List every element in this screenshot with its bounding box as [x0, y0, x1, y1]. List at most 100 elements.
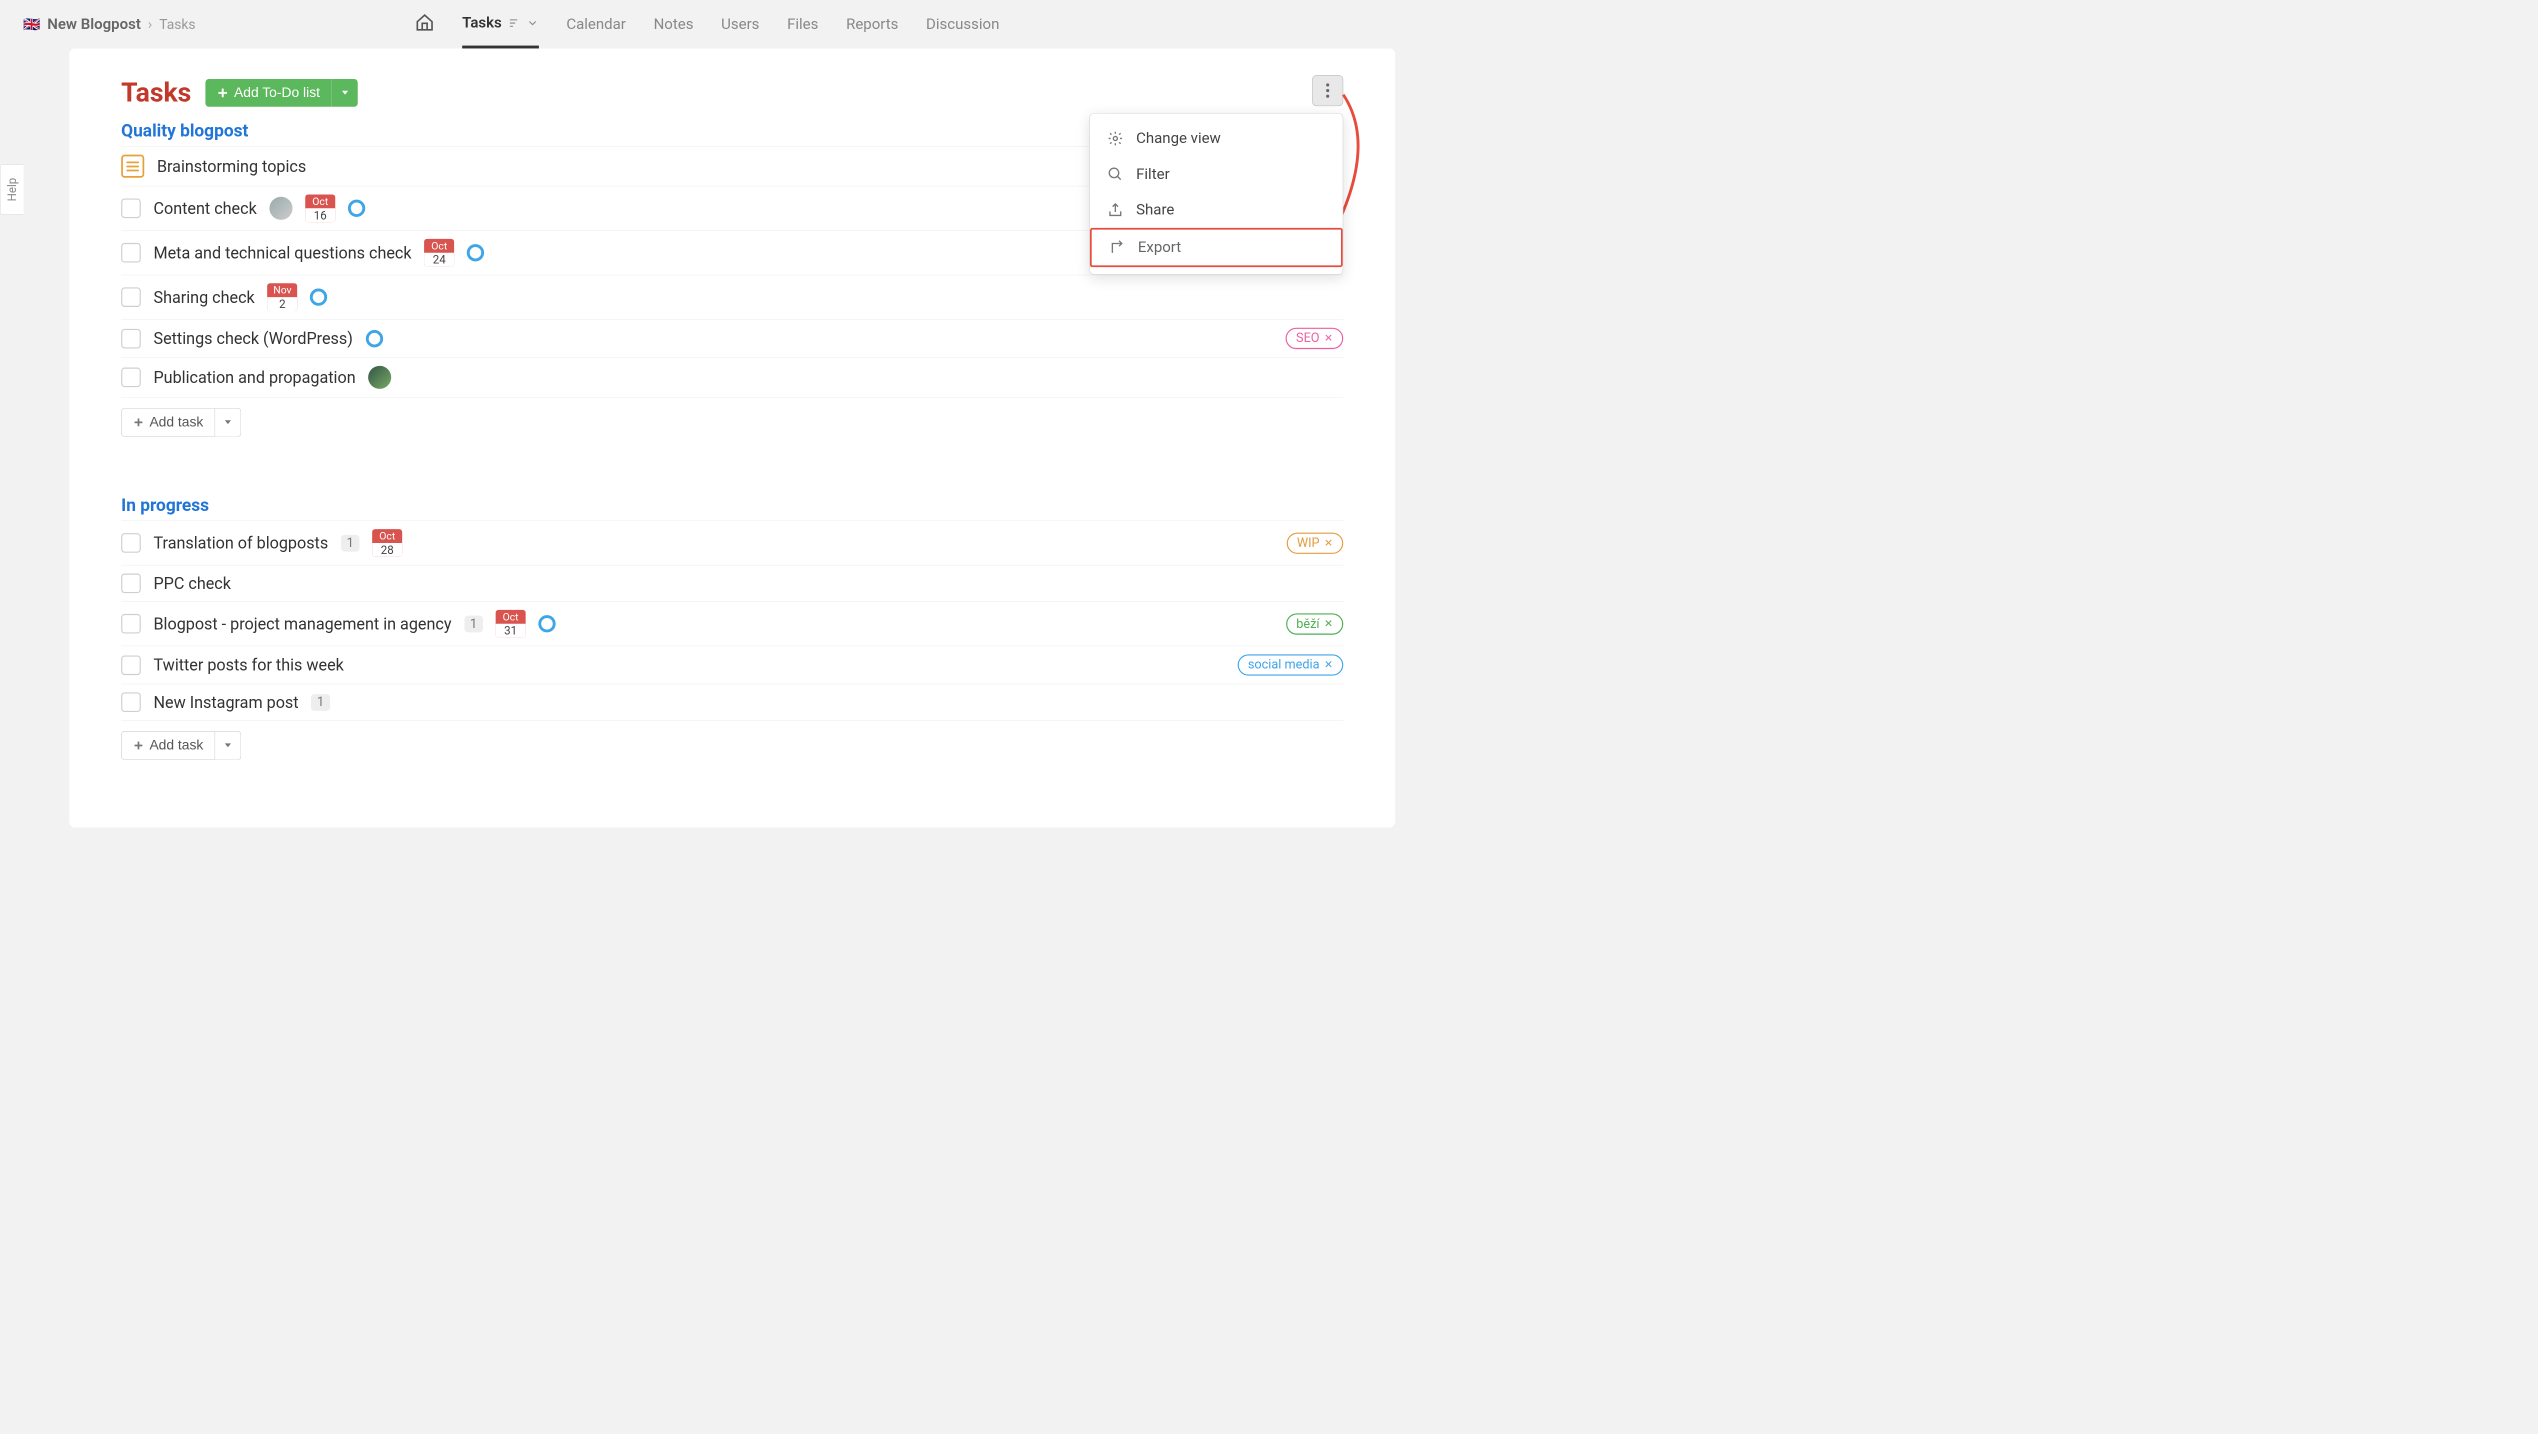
- task-checkbox[interactable]: [121, 329, 141, 349]
- plus-icon: [133, 740, 143, 750]
- task-title: Meta and technical questions check: [153, 243, 411, 262]
- gear-icon: [1107, 130, 1123, 146]
- add-todo-button[interactable]: Add To-Do list: [205, 79, 331, 107]
- task-checkbox[interactable]: [121, 198, 141, 218]
- plus-icon: [217, 87, 229, 99]
- page-header: Tasks Add To-Do list: [121, 77, 1343, 108]
- count-pill: 1: [341, 535, 360, 552]
- task-title: Twitter posts for this week: [153, 655, 343, 674]
- assignee-ring-icon[interactable]: [310, 289, 327, 306]
- tab-calendar[interactable]: Calendar: [566, 16, 626, 47]
- avatar[interactable]: [269, 197, 292, 220]
- flag-icon: 🇬🇧: [23, 16, 40, 32]
- add-todo-caret[interactable]: [332, 79, 358, 107]
- tab-tasks[interactable]: Tasks: [462, 14, 539, 48]
- more-dropdown: Change view Filter Share Export: [1089, 113, 1343, 275]
- breadcrumb-separator: ›: [148, 16, 153, 33]
- page-title: Tasks: [121, 77, 191, 108]
- task-checkbox[interactable]: [121, 692, 141, 712]
- section-title-1[interactable]: In progress: [121, 496, 1343, 516]
- help-tab[interactable]: Help: [0, 164, 24, 214]
- task-checkbox[interactable]: [121, 614, 141, 634]
- add-todo-group: Add To-Do list: [205, 79, 357, 107]
- main-panel: Tasks Add To-Do list Change view Filter: [69, 48, 1395, 827]
- count-pill: 1: [311, 694, 330, 711]
- chevron-down-icon: [526, 16, 539, 29]
- task-row[interactable]: Twitter posts for this week social media…: [121, 646, 1343, 684]
- tag-bezi[interactable]: běží✕: [1286, 613, 1343, 634]
- menu-export[interactable]: Export: [1090, 228, 1343, 267]
- add-task-caret[interactable]: [215, 408, 241, 437]
- doc-icon: [121, 155, 144, 178]
- assignee-ring-icon[interactable]: [366, 330, 383, 347]
- share-icon: [1107, 202, 1123, 218]
- close-icon[interactable]: ✕: [1324, 659, 1333, 671]
- date-badge: Nov2: [267, 283, 297, 311]
- date-badge: Oct24: [424, 239, 454, 267]
- breadcrumb: 🇬🇧 New Blogpost › Tasks: [23, 16, 195, 33]
- task-row[interactable]: Settings check (WordPress) SEO✕: [121, 320, 1343, 358]
- caret-down-icon: [224, 417, 233, 426]
- close-icon[interactable]: ✕: [1324, 537, 1333, 549]
- task-checkbox[interactable]: [121, 243, 141, 263]
- tag-socialmedia[interactable]: social media✕: [1237, 654, 1343, 675]
- close-icon[interactable]: ✕: [1324, 332, 1333, 344]
- menu-share[interactable]: Share: [1090, 192, 1343, 228]
- task-checkbox[interactable]: [121, 533, 141, 553]
- date-badge: Oct31: [496, 610, 526, 638]
- caret-down-icon: [224, 740, 233, 749]
- date-badge: Oct16: [305, 194, 335, 222]
- task-row[interactable]: Sharing check Nov2: [121, 275, 1343, 319]
- count-pill: 1: [464, 615, 483, 632]
- tab-reports[interactable]: Reports: [846, 16, 898, 47]
- task-title: Publication and propagation: [153, 368, 355, 387]
- task-title: Sharing check: [153, 288, 254, 307]
- export-icon: [1109, 239, 1125, 255]
- task-row[interactable]: Translation of blogposts 1 Oct28 WIP✕: [121, 521, 1343, 565]
- list-icon: [508, 16, 521, 29]
- task-title: Translation of blogposts: [153, 533, 328, 552]
- task-title: Blogpost - project management in agency: [153, 614, 451, 633]
- close-icon[interactable]: ✕: [1324, 618, 1333, 630]
- plus-icon: [133, 417, 143, 427]
- assignee-ring-icon[interactable]: [348, 200, 365, 217]
- task-title: PPC check: [153, 574, 230, 593]
- menu-filter[interactable]: Filter: [1090, 156, 1343, 192]
- task-title: New Instagram post: [153, 693, 298, 712]
- tasklist-1: Translation of blogposts 1 Oct28 WIP✕ PP…: [121, 520, 1343, 720]
- tab-notes[interactable]: Notes: [654, 16, 694, 47]
- avatar[interactable]: [368, 366, 391, 389]
- home-icon[interactable]: [415, 12, 435, 36]
- task-row[interactable]: Publication and propagation: [121, 358, 1343, 398]
- add-task-group-0: Add task: [121, 408, 1343, 437]
- task-checkbox[interactable]: [121, 574, 141, 594]
- task-checkbox[interactable]: [121, 368, 141, 388]
- add-task-caret[interactable]: [215, 731, 241, 760]
- nav-tabs: Tasks Calendar Notes Users Files Reports…: [415, 0, 1000, 48]
- task-row[interactable]: New Instagram post 1: [121, 684, 1343, 720]
- tab-files[interactable]: Files: [787, 16, 818, 47]
- tab-discussion[interactable]: Discussion: [926, 16, 999, 47]
- add-task-button[interactable]: Add task: [121, 408, 215, 437]
- search-icon: [1107, 166, 1123, 182]
- tag-wip[interactable]: WIP✕: [1286, 532, 1343, 553]
- add-task-group-1: Add task: [121, 731, 1343, 760]
- add-task-button[interactable]: Add task: [121, 731, 215, 760]
- tab-users[interactable]: Users: [721, 16, 759, 47]
- caret-down-icon: [340, 87, 349, 96]
- task-title: Content check: [153, 199, 256, 218]
- task-row[interactable]: Blogpost - project management in agency …: [121, 602, 1343, 646]
- task-checkbox[interactable]: [121, 287, 141, 307]
- assignee-ring-icon[interactable]: [467, 244, 484, 261]
- task-title: Brainstorming topics: [157, 157, 306, 176]
- date-badge: Oct28: [372, 529, 402, 557]
- tag-seo[interactable]: SEO✕: [1286, 328, 1344, 349]
- topbar: 🇬🇧 New Blogpost › Tasks Tasks Calendar N…: [0, 0, 1464, 48]
- breadcrumb-project[interactable]: New Blogpost: [47, 16, 141, 33]
- task-row[interactable]: PPC check: [121, 565, 1343, 601]
- menu-change-view[interactable]: Change view: [1090, 121, 1343, 157]
- breadcrumb-leaf: Tasks: [159, 16, 195, 32]
- task-checkbox[interactable]: [121, 655, 141, 675]
- task-title: Settings check (WordPress): [153, 329, 352, 348]
- assignee-ring-icon[interactable]: [538, 615, 555, 632]
